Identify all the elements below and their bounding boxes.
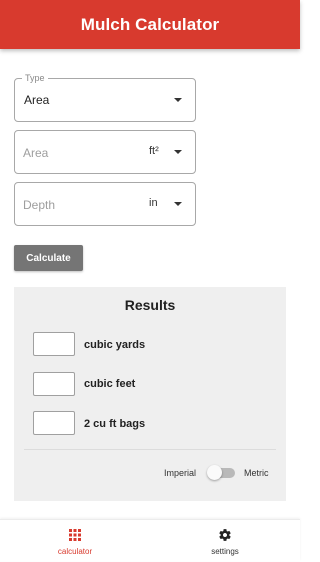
area-field[interactable]: Area ft²	[14, 130, 196, 174]
depth-field[interactable]: Depth in	[14, 182, 196, 226]
cubic-yards-output	[33, 332, 75, 356]
app-bar: Mulch Calculator	[0, 0, 300, 49]
cubic-feet-output	[33, 372, 75, 396]
area-unit-select[interactable]: ft²	[149, 145, 159, 157]
type-select[interactable]: Type Area	[14, 73, 196, 122]
chevron-down-icon[interactable]	[174, 202, 182, 206]
results-title: Results	[124, 297, 176, 313]
metric-label: Metric	[244, 468, 269, 478]
type-select-label: Type	[22, 73, 48, 84]
bottom-nav: calculator settings	[0, 519, 300, 561]
cubic-feet-label: cubic feet	[84, 378, 136, 390]
depth-placeholder: Depth	[23, 198, 56, 212]
unit-toggle-thumb[interactable]	[207, 465, 222, 480]
grid-icon	[69, 529, 81, 541]
area-placeholder: Area	[23, 146, 49, 160]
bags-output	[33, 411, 75, 435]
bags-label: 2 cu ft bags	[84, 418, 146, 430]
nav-label-calculator: calculator	[57, 547, 93, 556]
chevron-down-icon	[174, 98, 182, 102]
nav-item-settings[interactable]: settings	[150, 520, 300, 562]
cubic-yards-label: cubic yards	[84, 339, 146, 351]
calculate-button[interactable]: Calculate	[14, 245, 83, 271]
depth-unit-select[interactable]: in	[149, 197, 158, 209]
type-select-value: Area	[24, 93, 50, 107]
imperial-label: Imperial	[164, 468, 197, 478]
nav-label-settings: settings	[211, 547, 239, 556]
gear-icon	[219, 529, 231, 541]
chevron-down-icon[interactable]	[174, 150, 182, 154]
app-title: Mulch Calculator	[80, 14, 220, 34]
divider	[24, 449, 276, 450]
results-panel: Results cubic yards cubic feet 2 cu ft b…	[14, 287, 286, 501]
nav-item-calculator[interactable]: calculator	[0, 520, 150, 562]
